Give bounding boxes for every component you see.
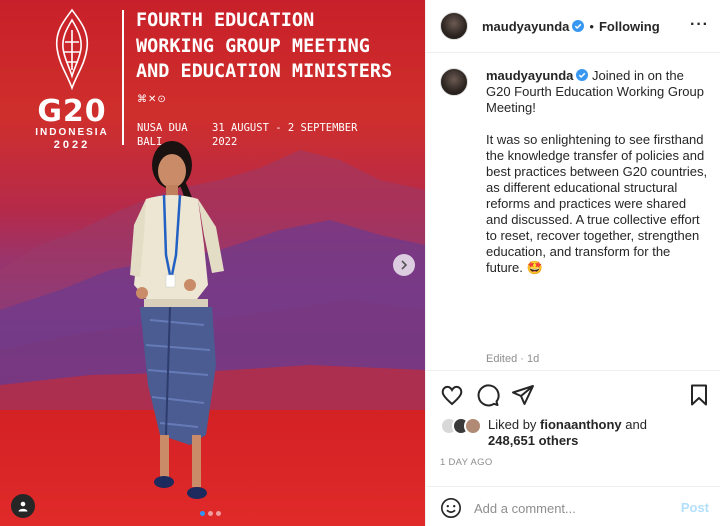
- carousel-next-button[interactable]: [393, 254, 415, 276]
- following-button[interactable]: Following: [599, 19, 660, 34]
- comment-input[interactable]: [474, 498, 664, 518]
- carousel-dot: [216, 511, 221, 516]
- emoji-icon[interactable]: [440, 497, 462, 519]
- edited-timestamp: Edited · 1d: [486, 353, 540, 365]
- author-username[interactable]: maudyayunda: [482, 19, 569, 34]
- bookmark-icon[interactable]: [687, 383, 711, 407]
- likes-text: Liked by fionaanthony and 248,651 others: [488, 417, 647, 449]
- likes-summary: Liked by fionaanthony and 248,651 others: [440, 417, 710, 451]
- more-options-button[interactable]: ···: [690, 17, 709, 33]
- verified-badge-icon: [576, 69, 589, 81]
- caption-text: maudyayunda Joined in on the G20 Fourth …: [486, 68, 708, 292]
- post-comment-button[interactable]: Post: [681, 500, 709, 515]
- likes-middle: and: [621, 417, 647, 432]
- person-figure: [130, 141, 224, 499]
- likes-count[interactable]: 248,651 others: [488, 433, 578, 448]
- liker-avatar[interactable]: [464, 417, 482, 435]
- headline-line: AND EDUCATION MINISTERS: [136, 61, 393, 82]
- carousel-dot: [200, 511, 205, 516]
- caption-paragraph-2: It was so enlightening to see firsthand …: [486, 132, 708, 275]
- post-media[interactable]: G20 INDONESIA 2022 FOURTH EDUCATION WORK…: [0, 0, 425, 526]
- verified-badge-icon: [572, 20, 585, 32]
- action-bar: [426, 370, 720, 410]
- carousel-dot: [208, 511, 213, 516]
- banner-headline: FOURTH EDUCATION WORKING GROUP MEETING A…: [136, 8, 392, 85]
- g20-logo: G20 INDONESIA 2022: [28, 8, 116, 152]
- g20-year: 2022: [53, 139, 91, 151]
- header-separator: •: [589, 18, 594, 34]
- post-timestamp: 1 DAY AGO: [440, 457, 493, 468]
- post-sidebar: maudyayunda • Following ··· maudyayunda …: [425, 0, 720, 526]
- headline-line: WORKING GROUP MEETING: [136, 35, 370, 57]
- carousel-indicators: [200, 511, 221, 516]
- comment-icon[interactable]: [476, 383, 500, 407]
- caption-username[interactable]: maudyayunda: [486, 68, 573, 83]
- liker-avatars: [440, 417, 484, 437]
- headline-line: FOURTH EDUCATION: [136, 10, 315, 31]
- liker-username[interactable]: fionaanthony: [540, 417, 622, 432]
- user-tag-icon: [18, 501, 28, 512]
- banner-divider: [122, 10, 124, 145]
- user-tag-button[interactable]: [11, 494, 35, 518]
- partner-logos: ⌘✕⊙: [137, 94, 167, 105]
- g20-emblem-icon: [55, 8, 89, 91]
- post-header: maudyayunda • Following ···: [426, 0, 720, 53]
- heart-icon[interactable]: [440, 383, 464, 407]
- likes-prefix: Liked by: [488, 417, 541, 432]
- chevron-right-icon: [401, 260, 408, 270]
- g20-wordmark: G20: [37, 94, 107, 129]
- author-avatar[interactable]: [440, 12, 468, 40]
- g20-country: INDONESIA: [35, 127, 109, 138]
- comment-composer: Post: [426, 486, 720, 526]
- share-icon[interactable]: [511, 383, 535, 407]
- caption-avatar[interactable]: [440, 68, 468, 96]
- comments-section[interactable]: maudyayunda Joined in on the G20 Fourth …: [426, 54, 720, 370]
